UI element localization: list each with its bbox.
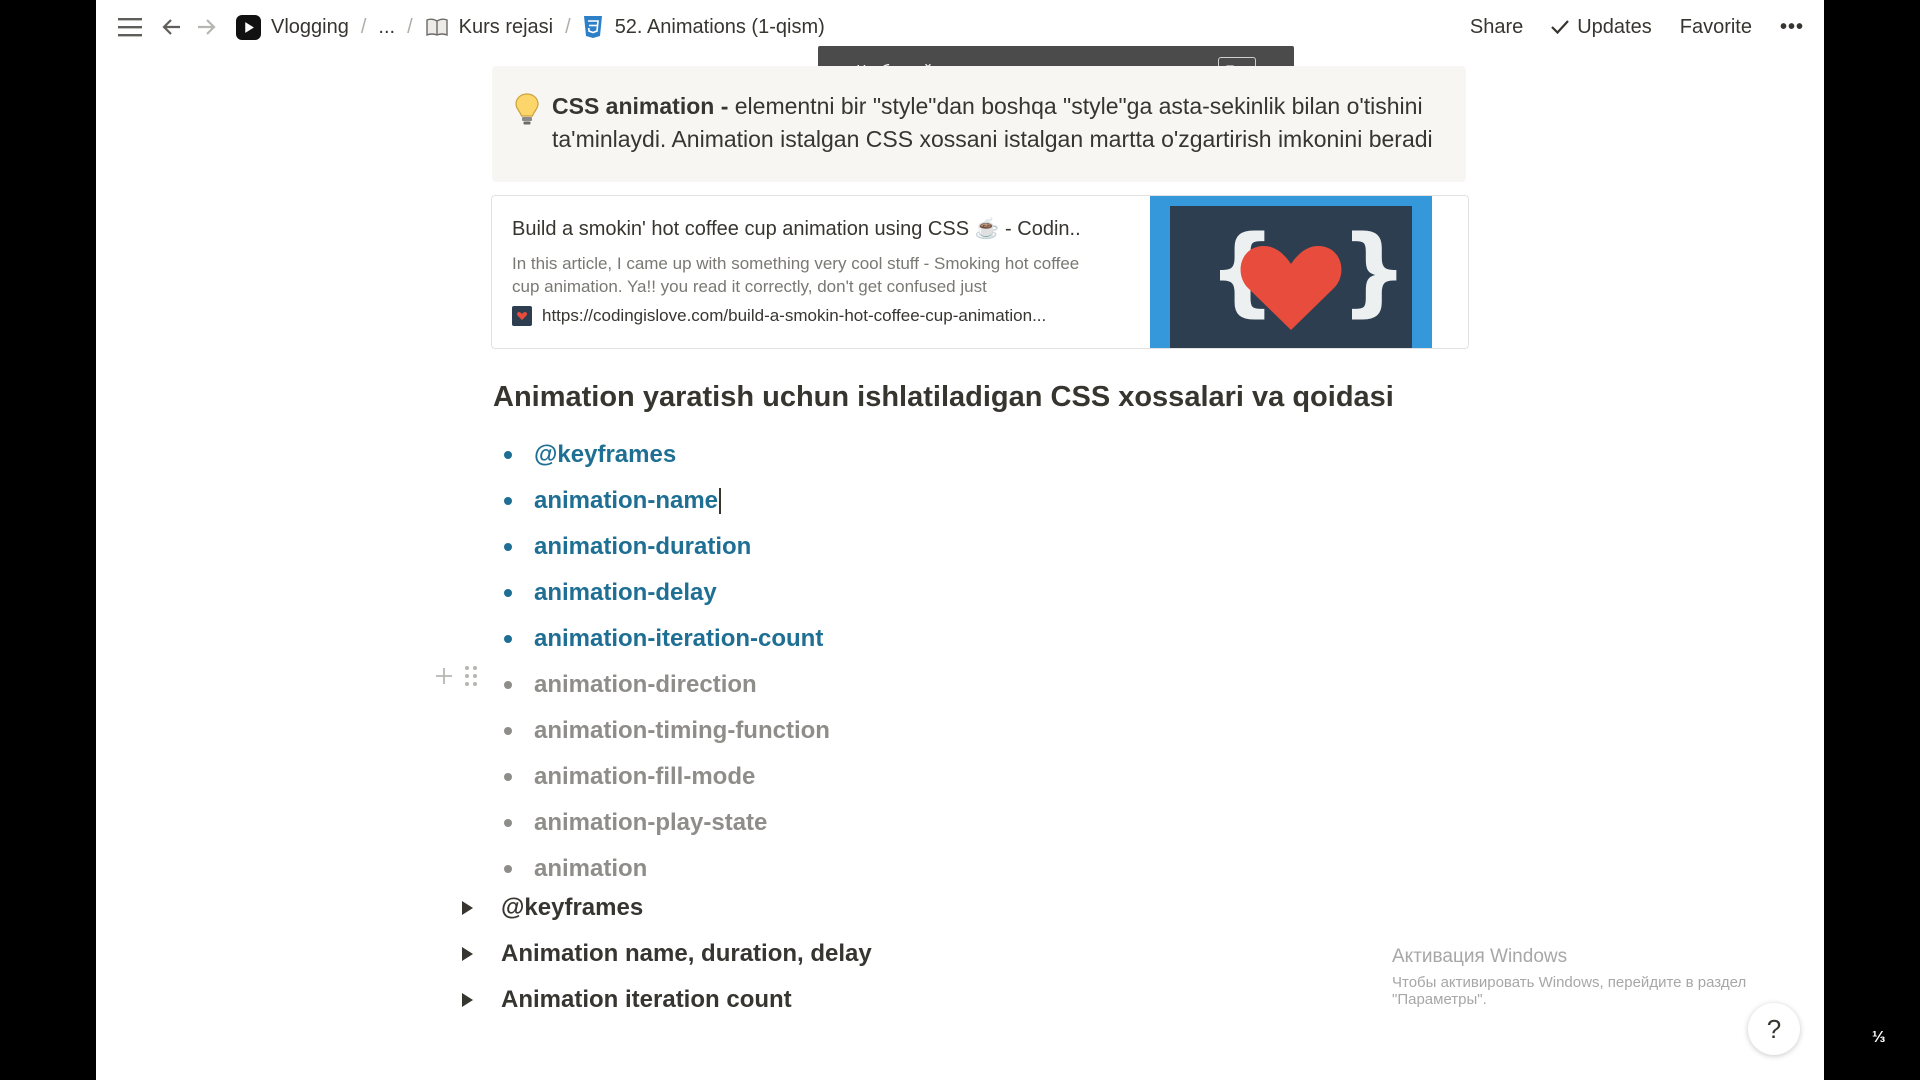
toggle-arrow-icon[interactable] [462, 901, 473, 915]
css3-icon [583, 15, 603, 39]
bullet-dot [504, 681, 512, 689]
list-item[interactable]: animation-timing-function [500, 708, 830, 754]
checkmark-icon [1551, 19, 1570, 35]
toggle-label: Animation name, duration, delay [501, 940, 872, 967]
breadcrumb-separator: / [360, 15, 367, 38]
watermark-title: Активация Windows [1392, 946, 1568, 967]
plus-icon[interactable] [434, 666, 454, 686]
list-item-label: animation-play-state [534, 809, 768, 836]
bulleted-list: @keyframes animation-name animation-dura… [500, 432, 830, 892]
breadcrumb-item-kurs-rejasi[interactable]: Kurs rejasi [425, 16, 553, 39]
bullet-dot [504, 451, 512, 459]
back-arrow-icon[interactable] [160, 15, 184, 39]
corner-logo: ⅓ [1872, 1029, 1886, 1046]
list-item[interactable]: animation-iteration-count [500, 616, 830, 662]
topbar-actions: Share Updates Favorite ••• [1470, 0, 1804, 54]
list-item[interactable]: animation-duration [500, 524, 830, 570]
bookmark-title: Build a smokin' hot coffee cup animation… [512, 218, 1082, 240]
youtube-icon [236, 14, 261, 40]
toggle-label: @keyframes [501, 894, 644, 921]
breadcrumb-item-current-page[interactable]: 52. Animations (1-qism) [583, 15, 825, 39]
list-item[interactable]: animation-name [500, 478, 830, 524]
bullet-dot [504, 543, 512, 551]
breadcrumb-item-ellipsis[interactable]: ... [378, 16, 395, 39]
breadcrumb-item-vlogging[interactable]: Vlogging [236, 14, 349, 40]
notion-page: Vlogging / ... / Kurs rejasi / 52. Anima… [96, 0, 1824, 1080]
svg-text:}: } [1340, 215, 1408, 327]
watermark-subtitle: Чтобы активировать Windows, перейдите в … [1392, 974, 1747, 1008]
favorite-button[interactable]: Favorite [1680, 16, 1752, 39]
list-item-label: @keyframes [534, 441, 677, 468]
callout-text: CSS animation - elementni bir "style"dan… [552, 90, 1452, 156]
bullet-dot [504, 727, 512, 735]
list-item-label: animation-delay [534, 579, 717, 606]
list-item-label: animation-timing-function [534, 717, 830, 744]
updates-label: Updates [1577, 15, 1652, 38]
toggle-block[interactable]: Animation iteration count [458, 977, 872, 1023]
toggle-list: @keyframes Animation name, duration, del… [458, 885, 872, 1023]
list-item-label: animation-iteration-count [534, 625, 824, 652]
more-options-icon[interactable]: ••• [1780, 16, 1804, 39]
lightbulb-icon [514, 92, 540, 131]
list-item[interactable]: animation-fill-mode [500, 754, 830, 800]
menu-icon[interactable] [118, 16, 142, 38]
web-bookmark-card[interactable]: Build a smokin' hot coffee cup animation… [491, 195, 1469, 349]
list-item[interactable]: animation-direction [500, 662, 830, 708]
forward-arrow-icon[interactable] [194, 15, 218, 39]
bookmark-thumbnail: { } [1150, 196, 1432, 348]
breadcrumb-label: Vlogging [271, 15, 349, 38]
site-favicon-icon [512, 306, 532, 326]
callout-block[interactable]: CSS animation - elementni bir "style"dan… [492, 66, 1466, 182]
callout-bold-term: CSS animation - [552, 93, 729, 119]
bullet-dot [504, 497, 512, 505]
text-cursor [719, 488, 722, 514]
book-icon [425, 17, 449, 37]
list-item-label: animation-fill-mode [534, 763, 756, 790]
bullet-dot [504, 865, 512, 873]
help-button[interactable]: ? [1748, 1003, 1800, 1055]
list-item[interactable]: @keyframes [500, 432, 830, 478]
toggle-block[interactable]: Animation name, duration, delay [458, 931, 872, 977]
bullet-dot [504, 773, 512, 781]
breadcrumb-label: 52. Animations (1-qism) [614, 15, 825, 38]
section-heading[interactable]: Animation yaratish uchun ishlatiladigan … [493, 381, 1394, 414]
toggle-block[interactable]: @keyframes [458, 885, 872, 931]
breadcrumb-label: ... [378, 15, 396, 38]
bookmark-description: In this article, I came up with somethin… [512, 254, 1080, 296]
breadcrumb-label: Kurs rejasi [458, 15, 554, 38]
toggle-arrow-icon[interactable] [462, 947, 473, 961]
updates-button[interactable]: Updates [1551, 16, 1652, 39]
bookmark-url-row: https://codingislove.com/build-a-smokin-… [512, 306, 1092, 326]
toggle-label: Animation iteration count [501, 986, 792, 1013]
list-item-label: animation [534, 855, 648, 882]
list-item[interactable]: animation-delay [500, 570, 830, 616]
breadcrumb-separator: / [407, 15, 413, 38]
windows-activation-watermark: Активация Windows Чтобы активировать Win… [1392, 946, 1824, 1008]
list-item-label: animation-direction [534, 671, 757, 698]
list-item[interactable]: animation-play-state [500, 800, 830, 846]
heart-code-logo: { } [1170, 206, 1412, 348]
drag-handle-icon[interactable] [464, 665, 478, 687]
bookmark-url: https://codingislove.com/build-a-smokin-… [542, 306, 1047, 325]
breadcrumb-separator: / [565, 15, 571, 38]
block-handles [434, 665, 478, 687]
bullet-dot [504, 589, 512, 597]
toggle-arrow-icon[interactable] [462, 993, 473, 1007]
share-button[interactable]: Share [1470, 16, 1523, 39]
list-item-label: animation-duration [534, 533, 752, 560]
bullet-dot [504, 635, 512, 643]
bullet-dot [504, 819, 512, 827]
breadcrumb: Vlogging / ... / Kurs rejasi / 52. Anima… [236, 0, 825, 54]
list-item-label: animation-name [534, 487, 719, 514]
